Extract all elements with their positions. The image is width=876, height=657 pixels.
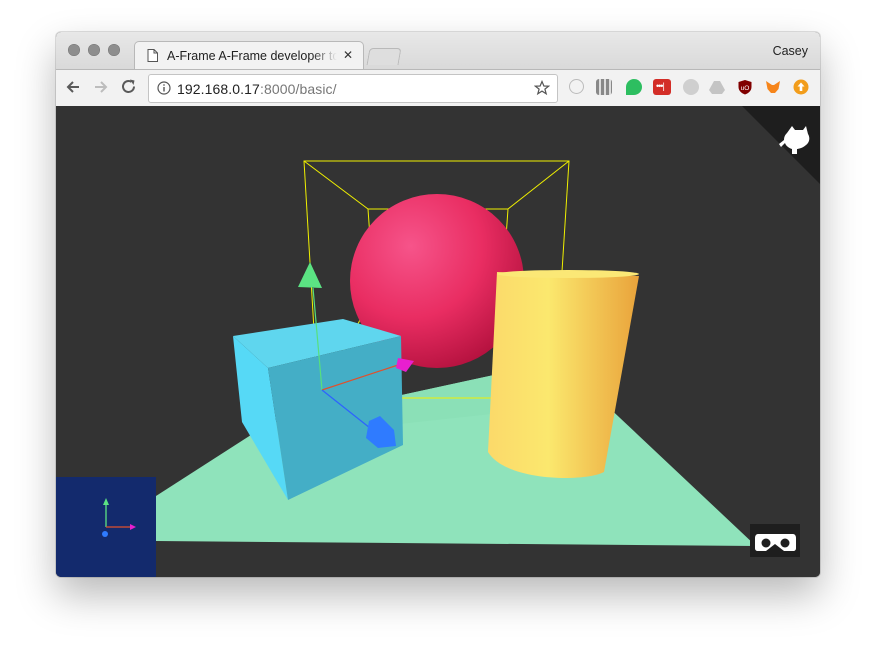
extension-grid-icon[interactable] xyxy=(596,79,612,95)
page-icon xyxy=(147,49,158,62)
vr-mode-button[interactable] xyxy=(750,524,800,557)
tab-close-icon[interactable]: ✕ xyxy=(343,48,353,62)
lastpass-dots-icon: •••| xyxy=(656,81,665,91)
extension-drive-icon[interactable] xyxy=(709,79,725,95)
github-corner[interactable] xyxy=(742,106,820,184)
zoom-window-button[interactable] xyxy=(108,44,120,56)
minimize-window-button[interactable] xyxy=(88,44,100,56)
extension-evernote-icon[interactable] xyxy=(626,79,642,95)
star-icon[interactable] xyxy=(534,80,550,96)
aframe-scene[interactable] xyxy=(56,106,820,577)
close-window-button[interactable] xyxy=(68,44,80,56)
address-bar[interactable]: 192.168.0.17:8000/basic/ xyxy=(148,74,558,103)
tab-title: A-Frame A-Frame developer tools xyxy=(167,49,337,63)
extension-swirl-icon[interactable] xyxy=(569,79,584,94)
toolbar: 192.168.0.17:8000/basic/ •••| uO xyxy=(56,69,820,107)
browser-window: A-Frame A-Frame developer tools ✕ Casey … xyxy=(56,32,820,577)
url-host: 192.168.0.17 xyxy=(177,81,260,97)
title-bar: A-Frame A-Frame developer tools ✕ Casey xyxy=(56,32,820,70)
svg-text:uO: uO xyxy=(741,85,750,92)
reload-icon[interactable] xyxy=(120,78,137,95)
tab-active[interactable]: A-Frame A-Frame developer tools ✕ xyxy=(134,41,364,70)
extension-lastpass-icon[interactable]: •••| xyxy=(653,79,671,95)
new-tab-button[interactable] xyxy=(366,48,402,65)
axes-helper-panel xyxy=(56,477,156,577)
extension-metamask-icon[interactable] xyxy=(765,79,781,95)
gizmo-y-arrow[interactable] xyxy=(298,262,322,288)
arrow-left-icon[interactable] xyxy=(65,79,81,95)
profile-name[interactable]: Casey xyxy=(773,44,808,58)
extension-update-icon[interactable] xyxy=(793,79,809,95)
arrow-right-icon[interactable] xyxy=(93,79,109,95)
info-icon[interactable] xyxy=(157,81,171,95)
url-path: :8000/basic/ xyxy=(259,81,337,97)
extension-ublock-icon[interactable]: uO xyxy=(737,79,753,95)
extension-c-icon[interactable] xyxy=(683,79,699,95)
scene-canvas[interactable] xyxy=(56,106,820,577)
url-text[interactable]: 192.168.0.17:8000/basic/ xyxy=(177,81,337,97)
